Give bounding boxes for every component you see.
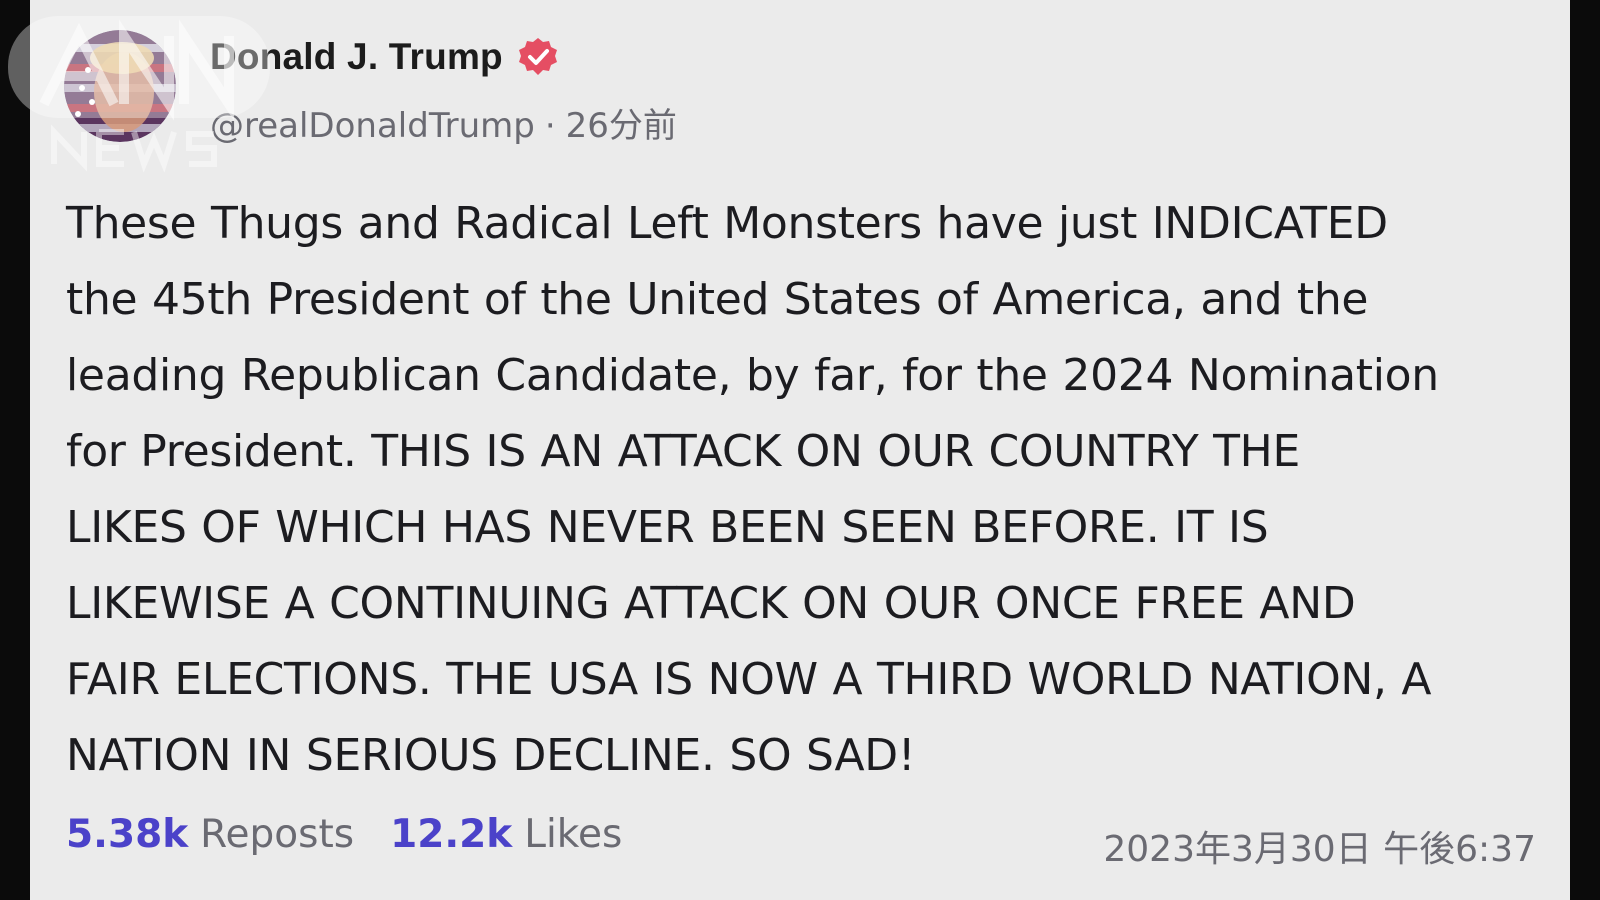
meta-separator: ·: [544, 106, 556, 146]
post-text-line: FAIR ELECTIONS. THE USA IS NOW A THIRD W…: [66, 654, 1432, 705]
likes-stat[interactable]: 12.2k Likes: [390, 812, 622, 857]
avatar-image: [64, 30, 176, 142]
author-name-row: Donald J. Trump: [210, 36, 559, 78]
post-text-line: NATION IN SERIOUS DECLINE. SO SAD!: [66, 730, 916, 781]
post-text-line: leading Republican Candidate, by far, fo…: [66, 350, 1439, 401]
post-text-line: LIKES OF WHICH HAS NEVER BEEN SEEN BEFOR…: [66, 502, 1269, 553]
post-text-line: for President. THIS IS AN ATTACK ON OUR …: [66, 426, 1300, 477]
post-text-line: the 45th President of the United States …: [66, 274, 1369, 325]
likes-count: 12.2k: [390, 812, 513, 857]
screen-frame: Donald J. Trump @realDonaldTrump · 26分前 Th…: [0, 0, 1600, 900]
reposts-count: 5.38k: [66, 812, 189, 857]
post-timestamp: 2023年3月30日 午後6:37: [1103, 829, 1536, 870]
author-meta-row: @realDonaldTrump · 26分前: [210, 98, 677, 147]
relative-time[interactable]: 26分前: [566, 106, 677, 146]
post-stats: 5.38k Reposts 12.2k Likes: [66, 812, 622, 857]
post-text: These Thugs and Radical Left Monsters ha…: [66, 186, 1556, 794]
reposts-stat[interactable]: 5.38k Reposts: [66, 812, 354, 857]
post-text-line: These Thugs and Radical Left Monsters ha…: [66, 198, 1388, 249]
likes-label: Likes: [524, 812, 623, 857]
avatar[interactable]: [64, 30, 176, 142]
reposts-label: Reposts: [200, 812, 355, 857]
author-handle[interactable]: @realDonaldTrump: [210, 106, 535, 146]
author-display-name[interactable]: Donald J. Trump: [210, 36, 503, 78]
post-text-line: LIKEWISE A CONTINUING ATTACK ON OUR ONCE…: [66, 578, 1356, 629]
verified-badge-icon: [518, 38, 557, 75]
post-card: Donald J. Trump @realDonaldTrump · 26分前 Th…: [30, 0, 1570, 900]
